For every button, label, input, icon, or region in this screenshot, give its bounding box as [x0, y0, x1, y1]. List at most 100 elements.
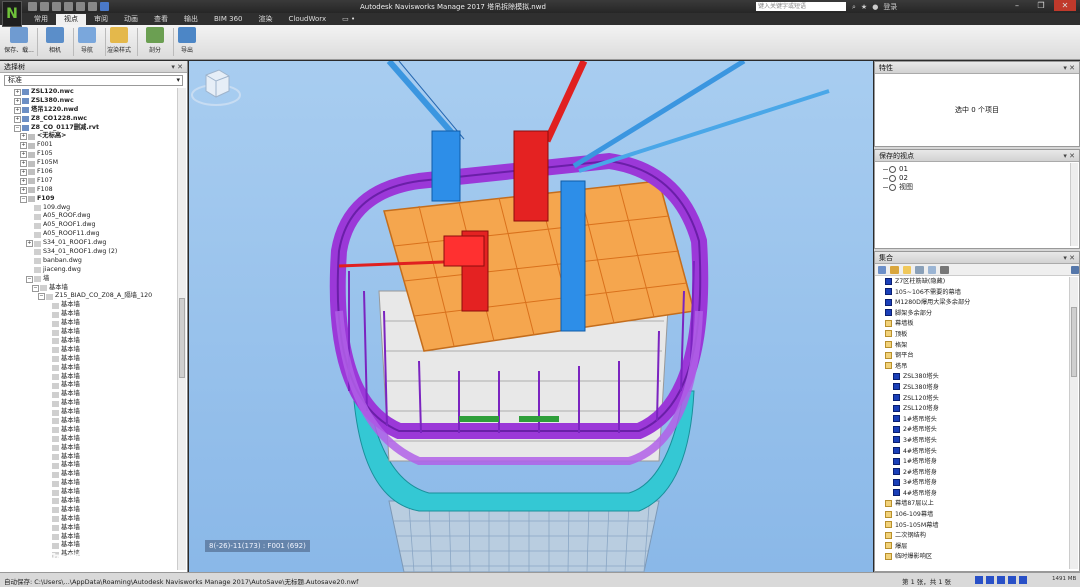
panel-controls[interactable]: ▾ ✕	[1063, 252, 1075, 264]
help-search-input[interactable]: 键入关键字或短语	[756, 2, 846, 11]
ribbon-tab[interactable]: CloudWorx	[281, 14, 335, 25]
tree-node[interactable]: 基本墙	[2, 355, 175, 364]
scrollbar-thumb[interactable]	[179, 298, 185, 378]
expand-icon[interactable]: +	[14, 88, 21, 96]
ribbon-tab[interactable]: 查看	[146, 14, 176, 25]
sets-scrollbar[interactable]	[1069, 277, 1078, 569]
tree-node[interactable]: + F105	[2, 150, 175, 159]
set-item[interactable]: 1#塔吊塔身	[877, 457, 1067, 468]
tree-scrollbar[interactable]	[177, 88, 186, 570]
set-item[interactable]: M1280D爆用大梁多余部分	[877, 298, 1067, 309]
set-item[interactable]: ZSL120塔头	[877, 394, 1067, 405]
tree-node[interactable]: 基本墙	[2, 488, 175, 497]
tree-node[interactable]: A05_ROOF.dwg	[2, 212, 175, 221]
performance-icon[interactable]	[1019, 576, 1027, 584]
add-comment-icon[interactable]	[927, 265, 937, 274]
set-item[interactable]: ZSL380塔身	[877, 383, 1067, 394]
expand-icon[interactable]: +	[14, 97, 21, 105]
sign-in-link[interactable]: 登录	[883, 2, 897, 12]
tree-node[interactable]: + F105M	[2, 159, 175, 168]
tree-node[interactable]: 基本墙	[2, 346, 175, 355]
set-item[interactable]: 1#塔吊塔头	[877, 415, 1067, 426]
set-item[interactable]: 二次钢结构	[877, 531, 1067, 542]
open-file-icon[interactable]	[40, 2, 49, 11]
set-item[interactable]: 105~106不需要的幕墙	[877, 288, 1067, 299]
new-file-icon[interactable]	[28, 2, 37, 11]
tree-node[interactable]: 基本墙	[2, 515, 175, 524]
scrollbar-thumb[interactable]	[1071, 307, 1077, 377]
tree-node[interactable]: 109.dwg	[2, 204, 175, 213]
tree-node[interactable]: + ZSL120.nwc	[2, 88, 175, 97]
set-item[interactable]: ZSL120塔身	[877, 404, 1067, 415]
set-item[interactable]: 3#塔吊塔身	[877, 478, 1067, 489]
set-item[interactable]: 顶板	[877, 330, 1067, 341]
tree-node[interactable]: − F109	[2, 195, 175, 204]
expand-icon[interactable]: +	[20, 177, 27, 185]
collapse-icon[interactable]: −	[26, 275, 33, 283]
delete-icon[interactable]	[940, 265, 949, 274]
viewpoint-item[interactable]: 视图	[875, 183, 1079, 192]
import-export-icon[interactable]	[1070, 265, 1079, 274]
collapse-icon[interactable]: −	[32, 284, 39, 292]
ribbon-button[interactable]: 保存、载...	[4, 27, 34, 54]
expand-icon[interactable]: +	[14, 106, 21, 114]
tree-node[interactable]: 基本墙	[2, 408, 175, 417]
expand-icon[interactable]: +	[20, 142, 27, 150]
set-item[interactable]: 爆层	[877, 542, 1067, 553]
tree-node[interactable]: 基本墙	[2, 470, 175, 479]
print-icon[interactable]	[64, 2, 73, 11]
tree-node[interactable]: − 墙	[2, 275, 175, 284]
expand-icon[interactable]: +	[20, 186, 27, 194]
tree-node[interactable]: + F001	[2, 141, 175, 150]
tree-node[interactable]: + <无标高>	[2, 132, 175, 141]
set-item[interactable]: 106-109幕墙	[877, 510, 1067, 521]
ribbon-tab[interactable]: 输出	[176, 14, 206, 25]
tree-node[interactable]: jiaceng.dwg	[2, 266, 175, 275]
tree-node[interactable]: 基本墙	[2, 426, 175, 435]
tree-node[interactable]: + 塔吊1220.nwd	[2, 106, 175, 115]
tree-node[interactable]: S34_01_ROOF1.dwg (2)	[2, 248, 175, 257]
tree-node[interactable]: + S34_01_ROOF1.dwg	[2, 239, 175, 248]
undo-icon[interactable]	[76, 2, 85, 11]
tree-node[interactable]: − Z8_CO_0117删减.rvt	[2, 124, 175, 133]
tree-node[interactable]: 基本墙	[2, 328, 175, 337]
expand-icon[interactable]: +	[20, 151, 27, 159]
save-search-icon[interactable]	[890, 265, 899, 274]
save-icon[interactable]	[52, 2, 61, 11]
expand-icon[interactable]: +	[20, 168, 27, 176]
expand-icon[interactable]: +	[20, 133, 27, 141]
set-item[interactable]: 钢平台	[877, 351, 1067, 362]
tree-node[interactable]: 基本墙	[2, 319, 175, 328]
ribbon-button[interactable]: 相机	[40, 27, 70, 54]
viewpoint-item[interactable]: 01	[875, 165, 1079, 174]
panel-controls[interactable]: ▾ ✕	[1063, 62, 1075, 74]
set-item[interactable]: 2#塔吊塔头	[877, 425, 1067, 436]
ribbon-button[interactable]: 剖分	[140, 27, 170, 54]
close-button[interactable]: ✕	[1054, 0, 1076, 11]
viewcube-icon[interactable]	[189, 61, 243, 115]
ribbon-tab[interactable]: 常用	[26, 14, 56, 25]
collapse-icon[interactable]: −	[14, 124, 21, 132]
tree-node[interactable]: 基本墙	[2, 479, 175, 488]
tree-node[interactable]: 基本墙	[2, 364, 175, 373]
tree-node[interactable]: 基本墙	[2, 390, 175, 399]
tree-node[interactable]: 基本墙	[2, 524, 175, 533]
tree-node[interactable]: − Z15_BIAD_CO_Z08_A_隔墙_120	[2, 292, 175, 301]
ribbon-button[interactable]: 导航	[72, 27, 102, 54]
tree-mode-select[interactable]: 标准	[4, 75, 183, 86]
set-item[interactable]: 幕墙板	[877, 319, 1067, 330]
ribbon-tab[interactable]: BIM 360	[206, 14, 251, 25]
ribbon-tab[interactable]: 审阅	[86, 14, 116, 25]
set-item[interactable]: 塔吊	[877, 362, 1067, 373]
expand-icon[interactable]: +	[26, 240, 33, 248]
first-sheet-icon[interactable]	[975, 576, 983, 584]
tree-node[interactable]: + F108	[2, 186, 175, 195]
tree-node[interactable]: 基本墙	[2, 399, 175, 408]
redo-icon[interactable]	[88, 2, 97, 11]
tree-node[interactable]: + F107	[2, 177, 175, 186]
tree-node[interactable]: A05_ROOF11.dwg	[2, 230, 175, 239]
tree-node[interactable]: 基本墙	[2, 301, 175, 310]
tree-node[interactable]: 基本墙	[2, 453, 175, 462]
set-item[interactable]: 4#塔吊塔身	[877, 489, 1067, 500]
minimize-button[interactable]: –	[1006, 0, 1028, 11]
